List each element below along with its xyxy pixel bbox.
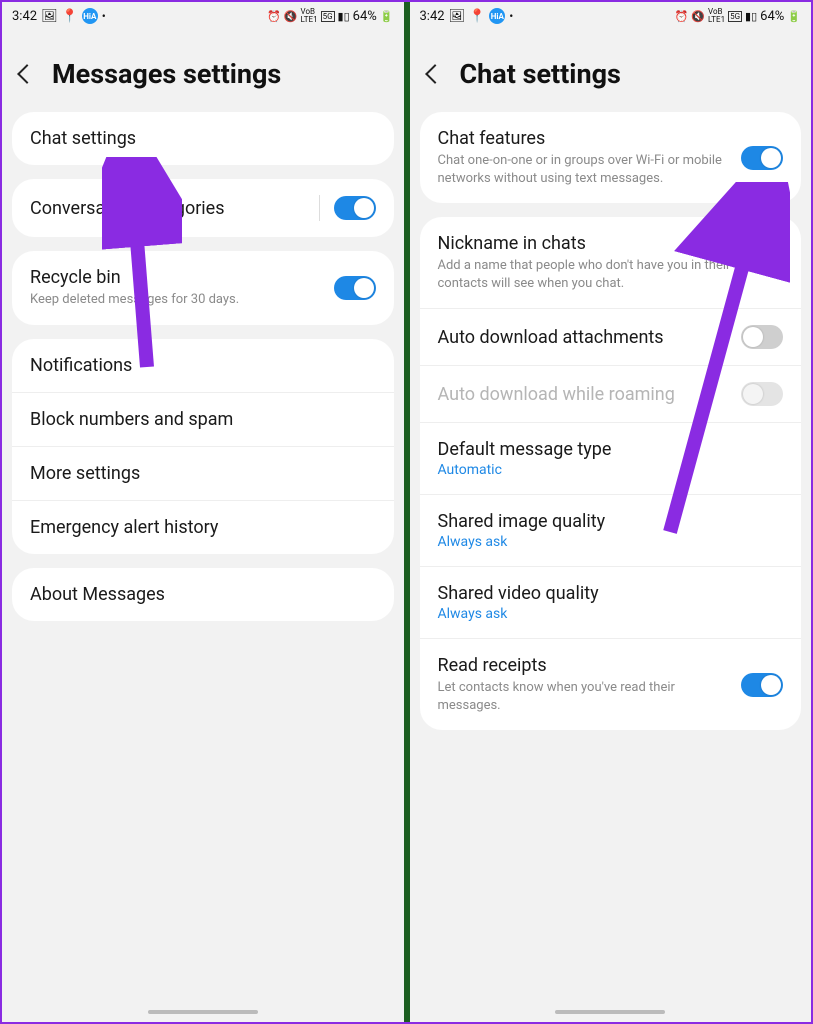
row-default-message-type[interactable]: Default message type Automatic <box>420 422 802 494</box>
location-icon: 📍 <box>62 9 78 24</box>
battery-text: 64% <box>353 9 377 24</box>
nav-pill[interactable] <box>555 1010 665 1014</box>
toggle-chat-features[interactable] <box>741 146 783 170</box>
row-block-spam[interactable]: Block numbers and spam <box>12 392 394 446</box>
more-notifs-dot: • <box>509 9 513 23</box>
network-icon: 5G <box>321 11 335 22</box>
row-label: Recycle bin <box>30 267 320 288</box>
row-label: Auto download while roaming <box>438 384 728 405</box>
row-more-settings[interactable]: More settings <box>12 446 394 500</box>
row-notifications[interactable]: Notifications <box>12 339 394 392</box>
toggle-auto-download[interactable] <box>741 325 783 349</box>
toggle-read-receipts[interactable] <box>741 673 783 697</box>
row-shared-image-quality[interactable]: Shared image quality Always ask <box>420 494 802 566</box>
more-notifs-dot: • <box>102 9 106 23</box>
row-label: Conversation categories <box>30 198 305 219</box>
row-conversation-categories[interactable]: Conversation categories <box>12 179 394 237</box>
mute-icon: 🔇 <box>691 10 705 23</box>
row-shared-video-quality[interactable]: Shared video quality Always ask <box>420 566 802 638</box>
volte-icon: VoBLTE1 <box>301 8 318 24</box>
row-label: Auto download attachments <box>438 327 728 348</box>
row-subtitle: Let contacts know when you've read their… <box>438 679 728 714</box>
page-title: Chat settings <box>460 58 621 90</box>
toggle-auto-download-roaming <box>741 382 783 406</box>
nav-bar <box>410 1000 812 1022</box>
nav-pill[interactable] <box>148 1010 258 1014</box>
row-label: Nickname in chats <box>438 233 784 254</box>
row-read-receipts[interactable]: Read receipts Let contacts know when you… <box>420 638 802 730</box>
signal-icon: ▮▯ <box>745 10 757 23</box>
row-chat-features[interactable]: Chat features Chat one-on-one or in grou… <box>420 112 802 203</box>
row-recycle-bin[interactable]: Recycle bin Keep deleted messages for 30… <box>12 251 394 325</box>
hia-icon: HiA <box>489 8 505 24</box>
picture-icon: 🖼 <box>41 9 58 24</box>
row-label: Read receipts <box>438 655 728 676</box>
row-subtitle: Keep deleted messages for 30 days. <box>30 291 320 309</box>
battery-icon: 🔋 <box>380 10 394 23</box>
phone-left: 3:42 🖼 📍 HiA • ⏰ 🔇 VoBLTE1 5G ▮▯ 64% 🔋 M… <box>2 2 404 1022</box>
toggle-conversation-categories[interactable] <box>334 196 376 220</box>
row-label: More settings <box>30 463 376 484</box>
header: Messages settings <box>2 28 404 112</box>
row-label: Notifications <box>30 355 376 376</box>
back-icon[interactable] <box>425 64 445 84</box>
row-label: Default message type <box>438 439 784 460</box>
status-time: 3:42 <box>12 9 37 24</box>
row-value: Always ask <box>438 534 784 550</box>
battery-text: 64% <box>760 9 784 24</box>
status-bar: 3:42 🖼 📍 HiA • ⏰ 🔇 VoBLTE1 5G ▮▯ 64% 🔋 <box>410 2 812 28</box>
page-title: Messages settings <box>52 58 281 90</box>
status-time: 3:42 <box>420 9 445 24</box>
alarm-icon: ⏰ <box>675 10 689 23</box>
location-icon: 📍 <box>469 9 485 24</box>
toggle-recycle-bin[interactable] <box>334 276 376 300</box>
mute-icon: 🔇 <box>284 10 298 23</box>
row-value: Automatic <box>438 462 784 478</box>
row-label: Block numbers and spam <box>30 409 376 430</box>
row-label: Emergency alert history <box>30 517 376 538</box>
row-about-messages[interactable]: About Messages <box>12 568 394 621</box>
row-label: Chat features <box>438 128 728 149</box>
row-value: Always ask <box>438 606 784 622</box>
header: Chat settings <box>410 28 812 112</box>
phone-right: 3:42 🖼 📍 HiA • ⏰ 🔇 VoBLTE1 5G ▮▯ 64% 🔋 C… <box>410 2 812 1022</box>
row-label: Shared image quality <box>438 511 784 532</box>
row-label: About Messages <box>30 584 376 605</box>
signal-icon: ▮▯ <box>338 10 350 23</box>
row-auto-download[interactable]: Auto download attachments <box>420 308 802 365</box>
volte-icon: VoBLTE1 <box>708 8 725 24</box>
row-emergency-alert[interactable]: Emergency alert history <box>12 500 394 554</box>
status-bar: 3:42 🖼 📍 HiA • ⏰ 🔇 VoBLTE1 5G ▮▯ 64% 🔋 <box>2 2 404 28</box>
row-subtitle: Add a name that people who don't have yo… <box>438 257 784 292</box>
row-chat-settings[interactable]: Chat settings <box>12 112 394 165</box>
alarm-icon: ⏰ <box>267 10 281 23</box>
row-label: Shared video quality <box>438 583 784 604</box>
row-nickname[interactable]: Nickname in chats Add a name that people… <box>420 217 802 308</box>
picture-icon: 🖼 <box>449 9 466 24</box>
row-auto-download-roaming: Auto download while roaming <box>420 365 802 422</box>
row-label: Chat settings <box>30 128 376 149</box>
battery-icon: 🔋 <box>787 10 801 23</box>
back-icon[interactable] <box>17 64 37 84</box>
separator <box>319 195 320 221</box>
nav-bar <box>2 1000 404 1022</box>
network-icon: 5G <box>728 11 742 22</box>
hia-icon: HiA <box>82 8 98 24</box>
row-subtitle: Chat one-on-one or in groups over Wi-Fi … <box>438 152 728 187</box>
